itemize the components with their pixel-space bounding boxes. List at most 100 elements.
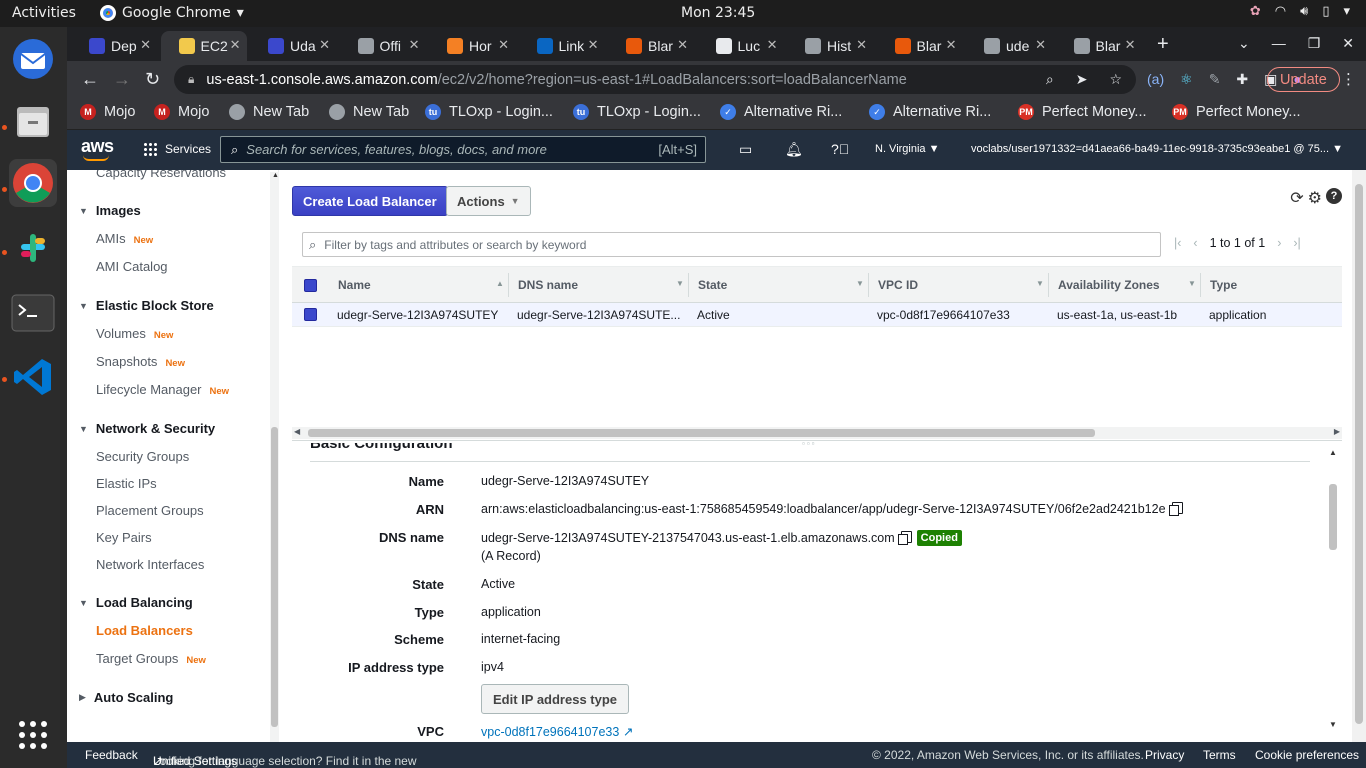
aws-logo[interactable]: aws	[81, 136, 114, 161]
column-header[interactable]: VPC ID	[878, 278, 918, 292]
terminal-icon[interactable]	[9, 289, 57, 337]
sort-icon[interactable]: ▼	[1188, 279, 1196, 288]
cloudshell-icon[interactable]: ▭	[739, 141, 752, 158]
close-tab-icon[interactable]: ✕	[319, 37, 330, 53]
sidebar-item[interactable]: Lifecycle Manager New	[96, 382, 229, 397]
sort-icon[interactable]: ▼	[676, 279, 684, 288]
privacy-link[interactable]: Privacy	[1145, 748, 1184, 762]
services-menu[interactable]: Services	[143, 142, 211, 156]
vscode-icon[interactable]	[9, 353, 57, 401]
row-checkbox[interactable]	[304, 308, 317, 321]
browser-tab[interactable]: Blar ✕	[1056, 31, 1142, 61]
close-tab-icon[interactable]: ✕	[588, 37, 599, 53]
select-all-checkbox[interactable]	[304, 279, 317, 292]
close-window-button[interactable]: ✕	[1342, 35, 1354, 52]
column-header[interactable]: DNS name	[518, 278, 578, 292]
copy-icon[interactable]	[1168, 502, 1183, 516]
extensions-puzzle-icon[interactable]: ✚	[1236, 71, 1248, 88]
bookmark-item[interactable]: ✓ Alternative Ri...	[869, 104, 991, 120]
files-icon[interactable]	[9, 97, 57, 145]
new-tab-button[interactable]: +	[1157, 33, 1169, 56]
power-menu-icon[interactable]: ▾	[1343, 4, 1350, 19]
sidebar-section-header[interactable]: ▼ Images	[79, 203, 141, 218]
app-menu[interactable]: Google Chrome ▾	[100, 5, 244, 21]
close-tab-icon[interactable]: ✕	[856, 37, 867, 53]
create-load-balancer-button[interactable]: Create Load Balancer	[292, 186, 448, 216]
last-page-icon[interactable]: ›|	[1293, 236, 1300, 250]
sidebar-section-header[interactable]: ▼ Elastic Block Store	[79, 298, 214, 313]
bookmark-item[interactable]: PM Perfect Money...	[1018, 104, 1147, 120]
actions-dropdown[interactable]: Actions ▼	[446, 186, 531, 216]
browser-tab[interactable]: ude ✕	[966, 31, 1052, 61]
scroll-up-icon[interactable]: ▲	[272, 172, 279, 179]
aws-search-input[interactable]: ⌕ Search for services, features, blogs, …	[220, 136, 706, 163]
zoom-icon[interactable]: ⌕	[1046, 71, 1054, 88]
sort-icon[interactable]: ▼	[856, 279, 864, 288]
battery-icon[interactable]: ▯	[1322, 4, 1329, 19]
edit-ip-address-type-button[interactable]: Edit IP address type	[481, 684, 630, 714]
bell-icon[interactable]: 🔔︎	[785, 141, 803, 158]
volume-icon[interactable]: 🔊︎	[1300, 4, 1308, 19]
next-page-icon[interactable]: ›	[1277, 236, 1281, 250]
table-row[interactable]: udegr-Serve-12I3A974SUTEY udegr-Serve-12I…	[292, 303, 1342, 327]
browser-tab[interactable]: Dep ✕	[71, 31, 157, 61]
cookie-preferences-link[interactable]: Cookie preferences	[1255, 748, 1359, 762]
settings-gear-icon[interactable]: ⚙	[1308, 188, 1322, 208]
close-tab-icon[interactable]: ✕	[409, 37, 420, 53]
close-tab-icon[interactable]: ✕	[946, 37, 957, 53]
forward-button[interactable]: →	[113, 69, 131, 90]
bookmark-star-icon[interactable]: ☆	[1109, 71, 1122, 88]
close-tab-icon[interactable]: ✕	[498, 37, 509, 53]
close-tab-icon[interactable]: ✕	[677, 37, 688, 53]
sidebar-item[interactable]: Target Groups New	[96, 651, 206, 666]
sidebar-item-capacity-reservations[interactable]: Capacity Reservations	[96, 170, 226, 180]
sidebar-item[interactable]: Network Interfaces	[96, 557, 204, 572]
browser-tab[interactable]: Hor ✕	[429, 31, 515, 61]
feedback-link[interactable]: Feedback	[85, 748, 138, 762]
bookmark-item[interactable]: tu TLOxp - Login...	[573, 104, 701, 120]
browser-tab[interactable]: Blar ✕	[608, 31, 694, 61]
unified-settings-link[interactable]: Unified Settings	[153, 754, 237, 768]
browser-menu-icon[interactable]: ⋮	[1341, 70, 1356, 88]
table-horizontal-scrollbar[interactable]: ◀ ▶	[292, 427, 1342, 439]
close-tab-icon[interactable]: ✕	[1035, 37, 1046, 53]
sidebar-item[interactable]: Key Pairs	[96, 530, 152, 545]
sidebar-section-header[interactable]: ▼ Load Balancing	[79, 595, 193, 610]
lock-icon[interactable]: 🔒︎	[188, 72, 194, 87]
update-button[interactable]: Update	[1267, 67, 1340, 92]
browser-tab[interactable]: Uda ✕	[250, 31, 336, 61]
browser-tab[interactable]: Luc ✕	[698, 31, 784, 61]
sidebar-section-header[interactable]: ▶ Auto Scaling	[79, 690, 173, 705]
slack-icon[interactable]	[9, 224, 57, 272]
sort-icon[interactable]: ▼	[1036, 279, 1044, 288]
vpc-link[interactable]: vpc-0d8f17e9664107e33 ↗	[481, 724, 633, 739]
sidebar-item[interactable]: Load Balancers	[96, 623, 193, 638]
browser-tab[interactable]: EC2 ✕	[160, 31, 247, 61]
chrome-icon[interactable]	[9, 159, 57, 207]
sidebar-section-header[interactable]: ▼ Network & Security	[79, 421, 215, 436]
back-button[interactable]: ←	[81, 69, 99, 90]
browser-tab[interactable]: Hist ✕	[787, 31, 873, 61]
sidebar-item[interactable]: Snapshots New	[96, 354, 185, 369]
notification-icon[interactable]: ✿	[1250, 4, 1261, 19]
color-picker-icon[interactable]: ✎	[1209, 71, 1221, 88]
terms-link[interactable]: Terms	[1203, 748, 1236, 762]
browser-tab[interactable]: Offi ✕	[340, 31, 426, 61]
help-circle-icon[interactable]: ?	[1326, 188, 1342, 204]
details-scrollbar[interactable]: ▲ ▼	[1327, 448, 1339, 732]
maximize-button[interactable]: ❐	[1308, 35, 1321, 52]
react-devtools-icon[interactable]: ⚛	[1180, 71, 1193, 88]
close-tab-icon[interactable]: ✕	[1125, 37, 1136, 53]
close-tab-icon[interactable]: ✕	[230, 37, 241, 53]
thunderbird-icon[interactable]	[9, 35, 57, 83]
reload-button[interactable]: ↻	[145, 69, 160, 90]
minimize-button[interactable]: —	[1272, 35, 1286, 52]
sidebar-scrollbar[interactable]	[270, 172, 279, 742]
column-header[interactable]: State	[698, 278, 727, 292]
sidebar-item[interactable]: Volumes New	[96, 326, 173, 341]
show-apps-icon[interactable]	[9, 711, 57, 759]
first-page-icon[interactable]: |‹	[1174, 236, 1181, 250]
close-tab-icon[interactable]: ✕	[767, 37, 778, 53]
bookmark-item[interactable]: New Tab	[329, 104, 409, 120]
page-scrollbar[interactable]	[1352, 170, 1366, 742]
